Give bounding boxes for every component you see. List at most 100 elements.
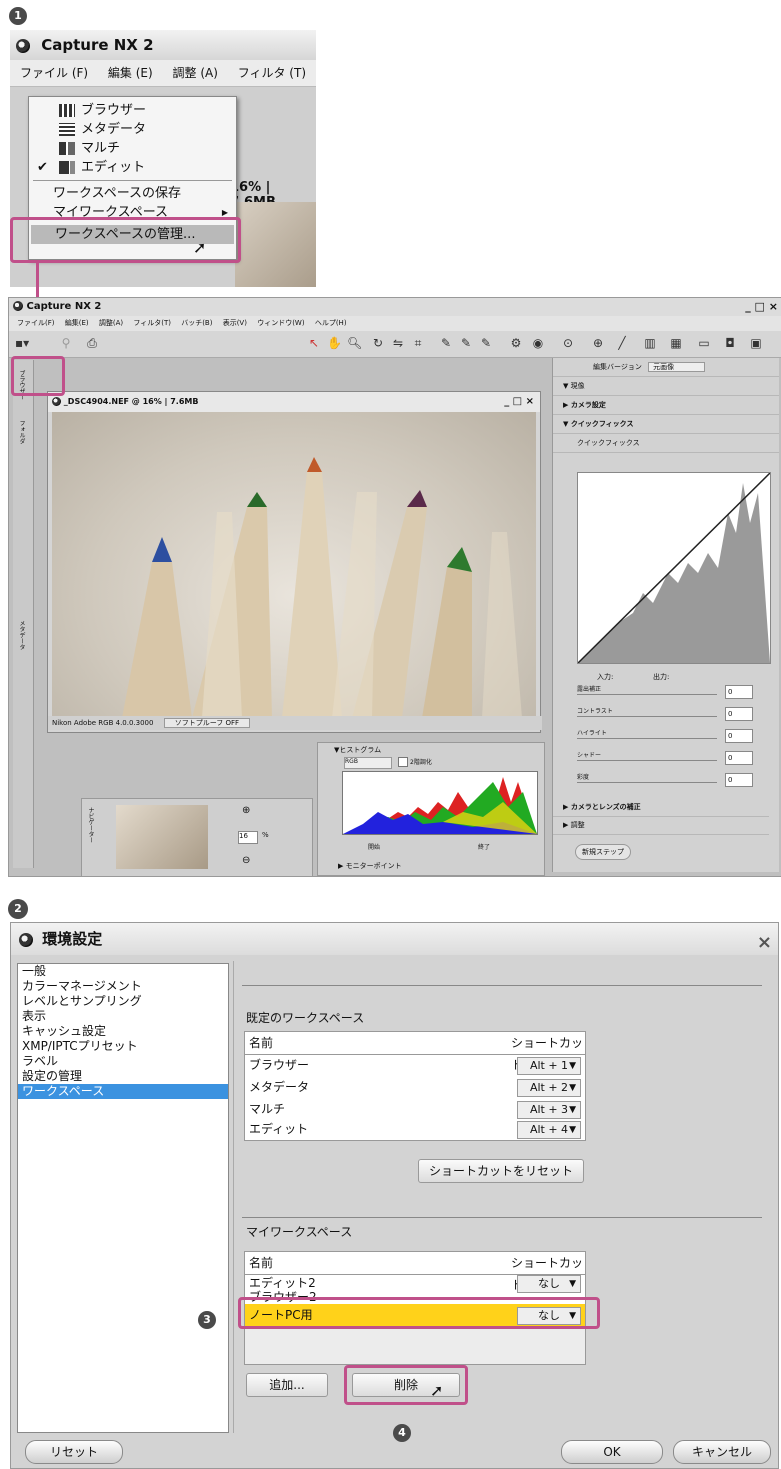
- zoom-out-icon[interactable]: ⊖: [242, 855, 250, 866]
- category-cache[interactable]: キャッシュ設定: [18, 1024, 228, 1039]
- eyedropper-white-icon[interactable]: ✎: [479, 336, 493, 350]
- adjust-row[interactable]: ▶ 調整: [553, 816, 769, 835]
- fill-icon[interactable]: ▦: [669, 336, 683, 350]
- control-point-icon[interactable]: ⊙: [561, 336, 575, 350]
- shortcut-dropdown[interactable]: Alt + 4: [517, 1121, 581, 1139]
- shortcut-dropdown[interactable]: Alt + 3: [517, 1101, 581, 1119]
- menu-item-metadata[interactable]: メタデータ: [29, 120, 236, 139]
- menu-filter-2[interactable]: フィルタ(T): [133, 319, 171, 327]
- eyedropper-gray-icon[interactable]: ✎: [459, 336, 473, 350]
- table-row[interactable]: エディット Alt + 4: [245, 1118, 585, 1140]
- zoom-input[interactable]: 16: [238, 831, 258, 844]
- menu-adjust[interactable]: 調整 (A): [173, 66, 218, 80]
- slider-saturation-value[interactable]: 0: [725, 773, 753, 787]
- shortcut-dropdown[interactable]: Alt + 1: [517, 1057, 581, 1075]
- end-label: 終了: [478, 844, 491, 851]
- ok-button[interactable]: OK: [561, 1440, 663, 1464]
- gradient-icon[interactable]: ▥: [643, 336, 657, 350]
- mode-icon[interactable]: ◘: [723, 336, 737, 350]
- workspace-switch-icon[interactable]: ▪▾: [15, 336, 29, 350]
- slider-exposure[interactable]: 露出補正 0: [577, 684, 753, 702]
- two-point-checkbox[interactable]: [398, 757, 408, 767]
- quick-fix-row[interactable]: ▼ クイックフィックス: [553, 415, 779, 434]
- menu-item-save-workspace[interactable]: ワークスペースの保存: [29, 184, 236, 203]
- rotate-icon[interactable]: ↻: [371, 336, 385, 350]
- dock-tab-folder[interactable]: フォルダ: [17, 420, 26, 444]
- workspace-settings: 既定のワークスペース 名前 ショートカット ブラウザー Alt + 1 メタデータ…: [233, 961, 774, 1433]
- slider-shadow-value[interactable]: 0: [725, 751, 753, 765]
- menu-file-2[interactable]: ファイル(F): [17, 319, 55, 327]
- slider-contrast[interactable]: コントラスト 0: [577, 706, 753, 724]
- reset-button[interactable]: リセット: [25, 1440, 123, 1464]
- navigator-thumbnail[interactable]: [116, 805, 208, 869]
- new-step-button[interactable]: 新規ステップ: [575, 844, 631, 860]
- cancel-button[interactable]: キャンセル: [673, 1440, 771, 1464]
- table-row[interactable]: メタデータ Alt + 2: [245, 1076, 585, 1098]
- print-icon[interactable]: ⎙: [85, 336, 99, 350]
- slider-contrast-value[interactable]: 0: [725, 707, 753, 721]
- preferences-dialog: 環境設定 × 一般 カラーマネージメント レベルとサンプリング 表示 キャッシュ…: [10, 922, 779, 1469]
- select-tool-icon[interactable]: ↖: [307, 336, 321, 350]
- search-icon[interactable]: ⚲: [59, 336, 73, 350]
- softproof-dropdown[interactable]: ソフトプルーフ OFF: [163, 718, 251, 728]
- menu-item-edit[interactable]: ✔ エディット: [29, 158, 236, 177]
- slider-exposure-value[interactable]: 0: [725, 685, 753, 699]
- close-icon[interactable]: ×: [757, 927, 772, 959]
- menu-window[interactable]: ウィンドウ(W): [257, 319, 304, 327]
- row-name: ブラウザー: [249, 1058, 310, 1072]
- more-icon[interactable]: ▣: [749, 336, 763, 350]
- hand-tool-icon[interactable]: ✋: [327, 336, 342, 350]
- menu-item-multi[interactable]: マルチ: [29, 139, 236, 158]
- photo-pencils: [52, 412, 536, 718]
- eyedropper-icon[interactable]: ✎: [439, 336, 453, 350]
- slider-shadow[interactable]: シャドー 0: [577, 750, 753, 768]
- window-controls[interactable]: _ □ ×: [745, 298, 778, 316]
- monitor-point-label[interactable]: ▶ モニターポイント: [338, 861, 402, 871]
- develop-header[interactable]: ▼ 現像: [553, 377, 779, 396]
- menu-file[interactable]: ファイル (F): [20, 66, 88, 80]
- add-button[interactable]: 追加...: [246, 1373, 328, 1397]
- menu-view[interactable]: 表示(V): [223, 319, 247, 327]
- category-levels-sampling[interactable]: レベルとサンプリング: [18, 994, 228, 1009]
- category-general[interactable]: 一般: [18, 964, 228, 979]
- histogram-graph: [343, 777, 537, 834]
- image-window-controls[interactable]: _ □ ×: [504, 392, 534, 412]
- crop-icon[interactable]: ⌗: [411, 336, 425, 350]
- slider-highlight[interactable]: ハイライト 0: [577, 728, 753, 746]
- slider-saturation[interactable]: 彩度 0: [577, 772, 753, 790]
- channel-dropdown[interactable]: RGB: [344, 757, 392, 769]
- menu-edit-2[interactable]: 編集(E): [65, 319, 89, 327]
- reset-shortcut-button[interactable]: ショートカットをリセット: [418, 1159, 584, 1183]
- category-xmp-iptc[interactable]: XMP/IPTCプリセット: [18, 1039, 228, 1054]
- lens-correction-row[interactable]: ▶ カメラとレンズの補正: [553, 798, 769, 817]
- menu-batch[interactable]: バッチ(B): [181, 319, 212, 327]
- zoom-in-icon[interactable]: ⊕: [242, 805, 250, 816]
- zoom-tool-icon[interactable]: 🔍︎: [347, 336, 362, 350]
- lasso-icon[interactable]: ⊕: [591, 336, 605, 350]
- menu-edit[interactable]: 編集 (E): [108, 66, 153, 80]
- dock-tab-metadata[interactable]: メタデータ: [17, 620, 26, 650]
- table-row[interactable]: マルチ Alt + 3: [245, 1098, 585, 1120]
- brush-icon[interactable]: ╱: [615, 336, 629, 350]
- red-eye-icon[interactable]: ⚙: [509, 336, 523, 350]
- version-dropdown[interactable]: 元画像: [648, 362, 706, 372]
- category-label[interactable]: ラベル: [18, 1054, 228, 1069]
- category-display[interactable]: 表示: [18, 1009, 228, 1024]
- category-color-management[interactable]: カラーマネージメント: [18, 979, 228, 994]
- slider-highlight-value[interactable]: 0: [725, 729, 753, 743]
- category-settings-manage[interactable]: 設定の管理: [18, 1069, 228, 1084]
- tone-curve[interactable]: [577, 472, 771, 664]
- table-row[interactable]: ブラウザー Alt + 1: [245, 1054, 585, 1076]
- menu-help[interactable]: ヘルプ(H): [315, 319, 347, 327]
- selection-icon[interactable]: ▭: [697, 336, 711, 350]
- category-list: 一般 カラーマネージメント レベルとサンプリング 表示 キャッシュ設定 XMP/…: [17, 963, 229, 1433]
- shortcut-dropdown[interactable]: Alt + 2: [517, 1079, 581, 1097]
- retouch-icon[interactable]: ◉: [531, 336, 545, 350]
- camera-settings-row[interactable]: ▶ カメラ設定: [553, 396, 779, 415]
- menu-item-browser[interactable]: ブラウザー: [29, 101, 236, 120]
- highlight-selected-row: [238, 1297, 600, 1329]
- menu-filter[interactable]: フィルタ (T): [238, 66, 306, 80]
- category-workspace[interactable]: ワークスペース: [18, 1084, 228, 1099]
- straighten-icon[interactable]: ⇋: [391, 336, 405, 350]
- menu-adjust-2[interactable]: 調整(A): [99, 319, 123, 327]
